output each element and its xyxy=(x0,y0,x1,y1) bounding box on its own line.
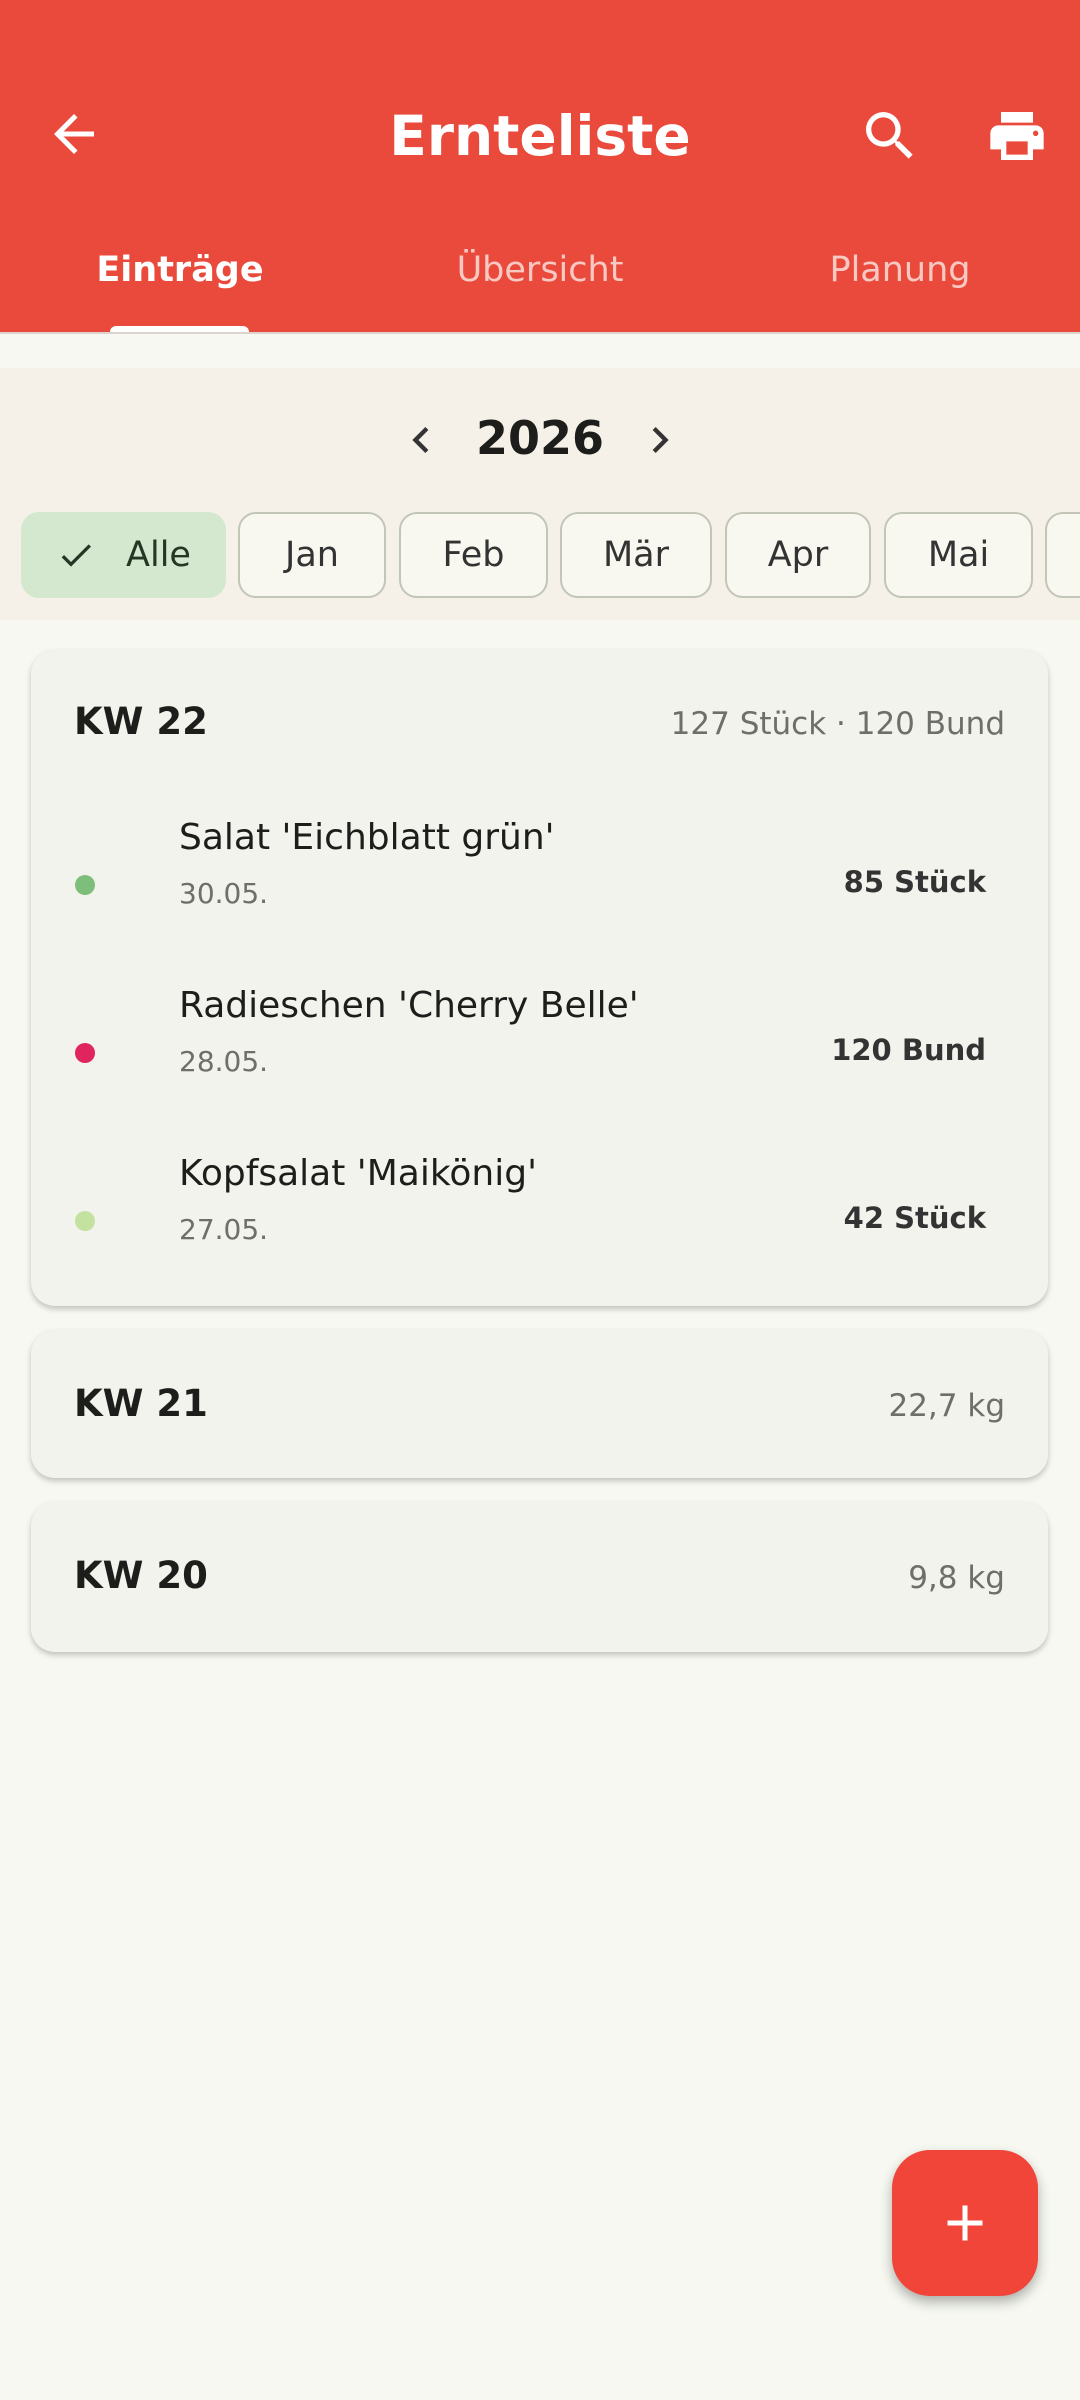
print-icon xyxy=(990,112,1044,160)
chip-feb[interactable]: Feb xyxy=(399,512,548,598)
chip-label: Mai xyxy=(927,535,990,575)
print-button[interactable] xyxy=(985,104,1049,168)
chip-maer[interactable]: Mär xyxy=(560,512,712,598)
color-dot xyxy=(75,1043,95,1063)
list-item[interactable]: Salat 'Eichblatt grün' 30.05. 85 Stück xyxy=(31,799,1048,967)
week-summary: 22,7 kg xyxy=(888,1388,1005,1424)
week-summary: 127 Stück · 120 Bund xyxy=(670,706,1005,742)
chip-label: Apr xyxy=(767,535,829,575)
entry-quantity: 42 Stück xyxy=(843,1201,986,1235)
check-icon xyxy=(61,544,92,567)
chip-mai[interactable]: Mai xyxy=(884,512,1033,598)
chip-jan[interactable]: Jan xyxy=(238,512,386,598)
week-title: KW 20 xyxy=(74,1554,208,1597)
back-button[interactable] xyxy=(44,104,104,164)
color-dot xyxy=(75,1211,95,1231)
arrow-left-icon xyxy=(54,114,94,154)
entry-quantity: 120 Bund xyxy=(831,1033,986,1067)
chip-alle[interactable]: Alle xyxy=(21,512,226,598)
entry-name: Salat 'Eichblatt grün' xyxy=(179,817,555,858)
chip-label: Jan xyxy=(285,535,339,575)
chip-apr[interactable]: Apr xyxy=(725,512,871,598)
entry-date: 28.05. xyxy=(179,1045,269,1078)
tab-planung[interactable]: Planung xyxy=(780,240,1020,300)
chip-next-partial[interactable] xyxy=(1045,512,1080,598)
search-button[interactable] xyxy=(858,104,922,168)
week-summary: 9,8 kg xyxy=(908,1560,1005,1596)
entry-name: Kopfsalat 'Maikönig' xyxy=(179,1153,537,1194)
filter-bar: 2026 Alle Jan Feb Mär Apr Mai xyxy=(0,368,1080,620)
entry-date: 30.05. xyxy=(179,877,269,910)
week-title: KW 21 xyxy=(74,1382,208,1425)
chip-label: Alle xyxy=(126,535,191,575)
chip-label: Feb xyxy=(442,535,505,575)
app-bar: Ernteliste Einträge Übersicht Planung xyxy=(0,0,1080,334)
week-card-kw22[interactable]: KW 22 127 Stück · 120 Bund Salat 'Eichbl… xyxy=(31,650,1048,1306)
week-title: KW 22 xyxy=(74,700,208,743)
entry-date: 27.05. xyxy=(179,1213,269,1246)
list-item[interactable]: Radieschen 'Cherry Belle' 28.05. 120 Bun… xyxy=(31,967,1048,1135)
week-card-kw20[interactable]: KW 20 9,8 kg xyxy=(31,1502,1048,1652)
color-dot xyxy=(75,875,95,895)
add-entry-button[interactable] xyxy=(892,2150,1038,2296)
tab-uebersicht[interactable]: Übersicht xyxy=(420,240,660,300)
entry-name: Radieschen 'Cherry Belle' xyxy=(179,985,639,1026)
week-card-kw21[interactable]: KW 21 22,7 kg xyxy=(31,1330,1048,1478)
next-year-button[interactable] xyxy=(634,414,686,466)
plus-icon xyxy=(947,2205,983,2241)
list-item[interactable]: Kopfsalat 'Maikönig' 27.05. 42 Stück xyxy=(31,1135,1048,1303)
chevron-right-icon xyxy=(652,427,669,453)
search-icon xyxy=(866,112,913,159)
chip-label: Mär xyxy=(602,535,670,575)
divider xyxy=(0,332,1080,334)
entry-quantity: 85 Stück xyxy=(843,865,986,899)
year-label: 2026 xyxy=(475,411,605,465)
tab-eintraege[interactable]: Einträge xyxy=(60,240,300,300)
